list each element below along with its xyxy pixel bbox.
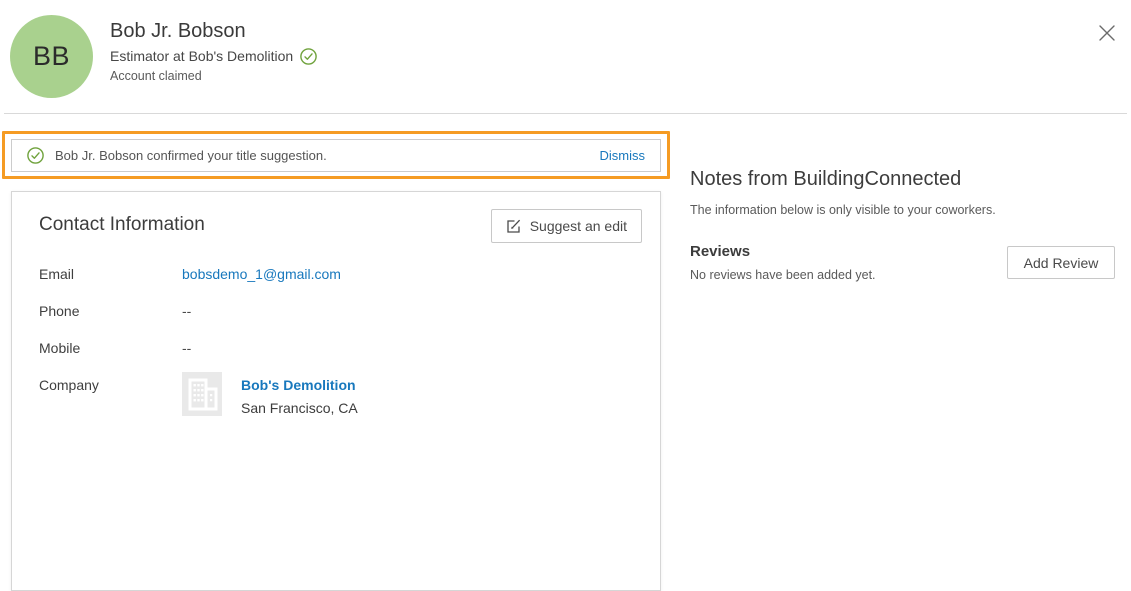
notification-message: Bob Jr. Bobson confirmed your title sugg… bbox=[55, 147, 327, 163]
notes-heading: Notes from BuildingConnected bbox=[690, 168, 962, 190]
reviews-heading: Reviews bbox=[690, 243, 751, 260]
check-circle-icon bbox=[27, 146, 44, 164]
profile-title: Estimator at Bob's Demolition bbox=[110, 48, 294, 64]
account-status: Account claimed bbox=[110, 69, 202, 83]
add-review-button[interactable]: Add Review bbox=[1007, 246, 1115, 279]
profile-header: BB Bob Jr. Bobson Estimator at Bob's Dem… bbox=[0, 0, 1131, 113]
field-row-mobile: Mobile -- bbox=[39, 340, 660, 357]
email-link[interactable]: bobsdemo_1@gmail.com bbox=[182, 266, 341, 282]
company-name-link[interactable]: Bob's Demolition bbox=[241, 377, 358, 393]
field-row-company: Company Bob's Demolition San Francisco, … bbox=[39, 372, 660, 416]
edit-icon bbox=[506, 218, 522, 234]
contact-information-panel: Contact Information Suggest an edit Emai… bbox=[11, 191, 661, 591]
contact-fields: Email bobsdemo_1@gmail.com Phone -- Mobi… bbox=[39, 266, 660, 416]
notes-panel: Notes from BuildingConnected The informa… bbox=[690, 166, 1115, 282]
company-label: Company bbox=[39, 377, 99, 393]
reviews-row: Reviews No reviews have been added yet. … bbox=[690, 243, 1115, 282]
reviews-empty-text: No reviews have been added yet. bbox=[690, 268, 876, 282]
field-row-email: Email bobsdemo_1@gmail.com bbox=[39, 266, 660, 283]
header-text: Bob Jr. Bobson Estimator at Bob's Demoli… bbox=[110, 18, 318, 84]
avatar-initials: BB bbox=[32, 41, 71, 71]
building-icon bbox=[182, 372, 222, 416]
dismiss-button[interactable]: Dismiss bbox=[600, 148, 646, 163]
mobile-label: Mobile bbox=[39, 340, 81, 356]
field-row-phone: Phone -- bbox=[39, 303, 660, 320]
phone-value: -- bbox=[182, 303, 192, 319]
notes-subtitle: The information below is only visible to… bbox=[690, 203, 996, 217]
notification-highlight-outline: Bob Jr. Bobson confirmed your title sugg… bbox=[2, 131, 670, 179]
suggest-an-edit-button[interactable]: Suggest an edit bbox=[490, 209, 642, 243]
phone-label: Phone bbox=[39, 303, 80, 319]
company-block: Bob's Demolition San Francisco, CA bbox=[182, 372, 358, 416]
notification-banner: Bob Jr. Bobson confirmed your title sugg… bbox=[11, 138, 661, 172]
company-text: Bob's Demolition San Francisco, CA bbox=[241, 372, 358, 416]
avatar: BB bbox=[10, 15, 93, 98]
close-icon[interactable] bbox=[1094, 20, 1120, 46]
suggest-an-edit-label: Suggest an edit bbox=[529, 218, 627, 234]
profile-title-row: Estimator at Bob's Demolition bbox=[110, 47, 318, 65]
header-divider bbox=[4, 113, 1127, 114]
contact-information-heading: Contact Information bbox=[39, 214, 205, 235]
company-location: San Francisco, CA bbox=[241, 400, 358, 416]
email-label: Email bbox=[39, 266, 75, 282]
reviews-text-block: Reviews No reviews have been added yet. bbox=[690, 243, 876, 282]
profile-name: Bob Jr. Bobson bbox=[110, 20, 246, 42]
check-circle-icon bbox=[300, 47, 318, 65]
mobile-value: -- bbox=[182, 340, 192, 356]
contact-panel-header: Contact Information Suggest an edit bbox=[39, 209, 642, 243]
